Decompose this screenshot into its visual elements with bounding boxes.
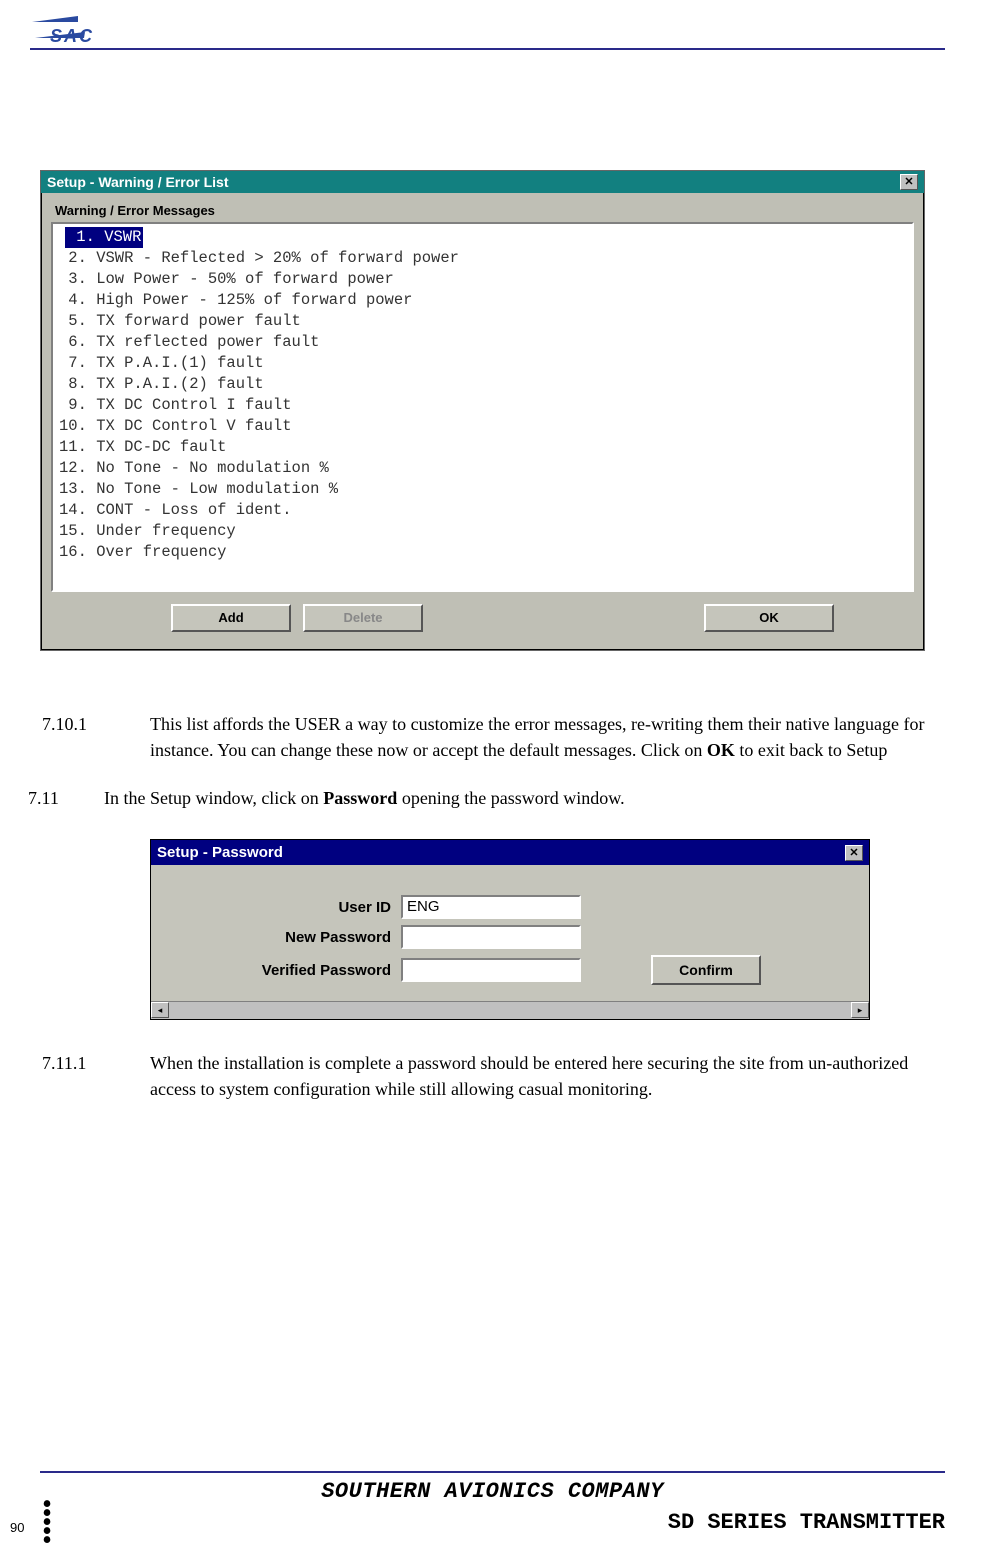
page-header: SAC bbox=[0, 0, 985, 50]
dialog-titlebar: Setup - Warning / Error List ✕ bbox=[41, 171, 924, 193]
list-item[interactable]: 14. CONT - Loss of ident. bbox=[59, 500, 906, 521]
footer-product: SD SERIES TRANSMITTER bbox=[668, 1510, 945, 1535]
dialog-title: Setup - Password bbox=[157, 844, 283, 861]
body-text: In the Setup window, click on bbox=[104, 788, 323, 808]
user-id-label: User ID bbox=[181, 899, 401, 916]
close-icon[interactable]: ✕ bbox=[845, 845, 863, 861]
sac-logo-icon: SAC bbox=[30, 10, 140, 48]
list-item[interactable]: 10. TX DC Control V fault bbox=[59, 416, 906, 437]
binding-dots-icon: ••••• bbox=[42, 1500, 52, 1545]
confirm-button[interactable]: Confirm bbox=[651, 955, 761, 985]
ok-button[interactable]: OK bbox=[704, 604, 834, 632]
group-label: Warning / Error Messages bbox=[55, 203, 914, 218]
list-item[interactable]: 4. High Power - 125% of forward power bbox=[59, 290, 906, 311]
list-item[interactable]: 8. TX P.A.I.(2) fault bbox=[59, 374, 906, 395]
body-text: to exit back to Setup bbox=[735, 740, 887, 760]
section-number: 7.11 bbox=[66, 785, 104, 811]
horizontal-scrollbar[interactable]: ◂ ▸ bbox=[151, 1001, 869, 1019]
verified-password-label: Verified Password bbox=[181, 962, 401, 979]
scroll-right-icon[interactable]: ▸ bbox=[851, 1002, 869, 1018]
message-listbox[interactable]: 1. VSWR 2. VSWR - Reflected > 20% of for… bbox=[51, 222, 914, 592]
new-password-label: New Password bbox=[181, 929, 401, 946]
list-item[interactable]: 11. TX DC-DC fault bbox=[59, 437, 906, 458]
list-item[interactable]: 2. VSWR - Reflected > 20% of forward pow… bbox=[59, 248, 906, 269]
list-item[interactable]: 5. TX forward power fault bbox=[59, 311, 906, 332]
section-number: 7.10.1 bbox=[96, 711, 150, 737]
list-item[interactable]: 9. TX DC Control I fault bbox=[59, 395, 906, 416]
bold-text: OK bbox=[707, 740, 735, 760]
delete-button[interactable]: Delete bbox=[303, 604, 423, 632]
warning-error-dialog: Setup - Warning / Error List ✕ Warning /… bbox=[40, 170, 925, 651]
password-dialog: Setup - Password ✕ User ID ENG New Passw… bbox=[150, 839, 870, 1020]
dialog-title: Setup - Warning / Error List bbox=[47, 174, 229, 190]
list-item[interactable]: 16. Over frequency bbox=[59, 542, 906, 563]
svg-text:SAC: SAC bbox=[50, 26, 94, 46]
user-id-field[interactable]: ENG bbox=[401, 895, 581, 919]
body-text: When the installation is complete a pass… bbox=[150, 1053, 908, 1099]
list-item[interactable]: 15. Under frequency bbox=[59, 521, 906, 542]
verified-password-field[interactable] bbox=[401, 958, 581, 982]
list-item[interactable]: 12. No Tone - No modulation % bbox=[59, 458, 906, 479]
list-item[interactable]: 6. TX reflected power fault bbox=[59, 332, 906, 353]
list-item[interactable]: 7. TX P.A.I.(1) fault bbox=[59, 353, 906, 374]
para-7-11: 7.11In the Setup window, click on Passwo… bbox=[104, 785, 945, 811]
body-text: opening the password window. bbox=[397, 788, 624, 808]
add-button[interactable]: Add bbox=[171, 604, 291, 632]
page-footer: ••••• SOUTHERN AVIONICS COMPANY 90 SD SE… bbox=[40, 1471, 945, 1553]
page-number: 90 bbox=[10, 1520, 24, 1535]
dialog-titlebar: Setup - Password ✕ bbox=[151, 840, 869, 865]
section-number: 7.11.1 bbox=[96, 1050, 150, 1076]
list-item[interactable]: 1. VSWR bbox=[59, 227, 906, 248]
new-password-field[interactable] bbox=[401, 925, 581, 949]
bold-text: Password bbox=[323, 788, 397, 808]
list-item[interactable]: 3. Low Power - 50% of forward power bbox=[59, 269, 906, 290]
close-icon[interactable]: ✕ bbox=[900, 174, 918, 190]
list-item[interactable]: 13. No Tone - Low modulation % bbox=[59, 479, 906, 500]
scroll-left-icon[interactable]: ◂ bbox=[151, 1002, 169, 1018]
footer-company: SOUTHERN AVIONICS COMPANY bbox=[40, 1479, 945, 1504]
para-7-10-1: 7.10.1This list affords the USER a way t… bbox=[150, 711, 945, 763]
para-7-11-1: 7.11.1When the installation is complete … bbox=[150, 1050, 945, 1102]
